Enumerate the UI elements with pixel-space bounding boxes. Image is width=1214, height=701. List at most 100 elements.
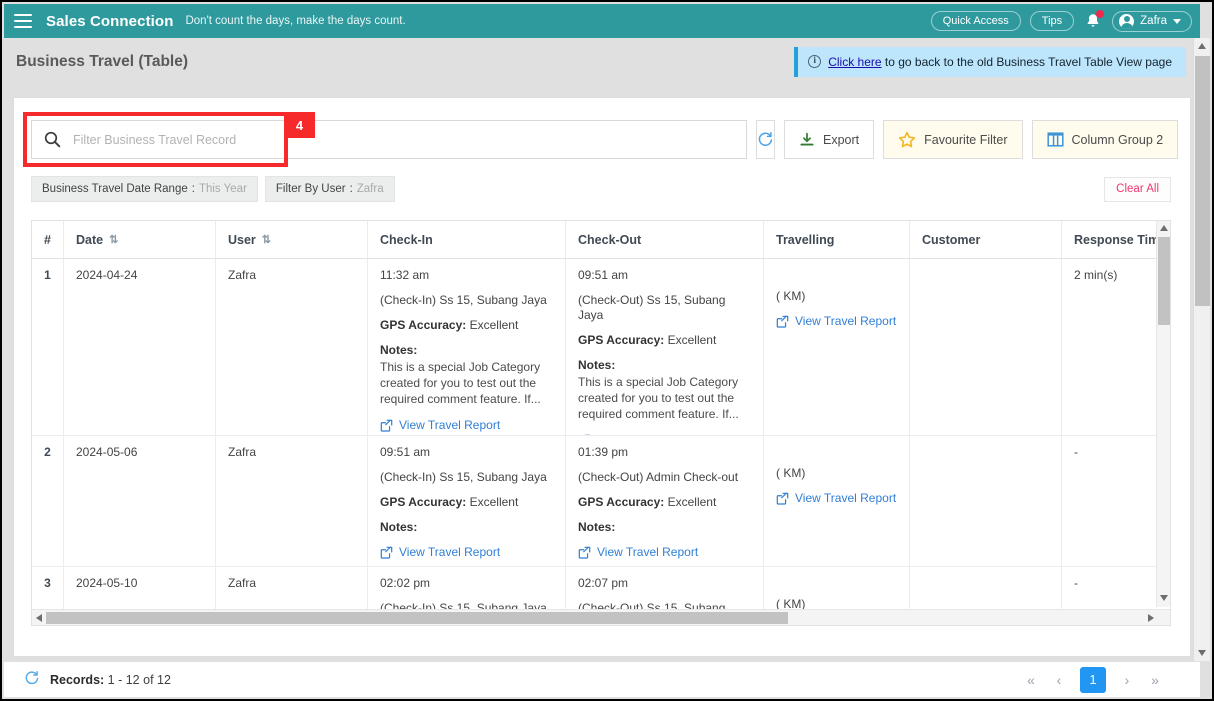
page-header: Business Travel (Table) i Click here to … [4,38,1200,85]
checkout-time: 09:51 am [578,268,629,282]
banner-link[interactable]: Click here [828,55,881,69]
checkout-notes: Notes: This is a special Job Category cr… [578,358,751,423]
user-name-label: Zafra [1140,15,1167,27]
notes-label: Notes: [578,358,616,372]
travel-distance: ( KM) [776,289,806,303]
app-brand-title: Sales Connection [46,12,174,30]
column-header-check-out[interactable]: Check-Out [566,221,764,259]
gps-label: GPS Accuracy: [578,333,665,347]
hamburger-icon[interactable] [14,14,32,28]
filter-chip-date-range[interactable]: Business Travel Date Range : This Year [31,176,258,202]
user-menu[interactable]: Zafra [1112,10,1192,32]
cell-travelling: ( KM) View Travel Report [764,436,910,566]
pagination-prev-button[interactable]: ‹ [1052,672,1066,688]
view-travel-report-link[interactable]: View Travel Report [380,418,553,433]
cell-check-in: 11:32 am (Check-In) Ss 15, Subang Jaya G… [368,259,566,435]
view-travel-report-link[interactable]: View Travel Report [578,433,751,435]
gps-label: GPS Accuracy: [380,318,467,332]
data-table: # Date ⇅ User ⇅ Check-In Check-Out Trave… [31,220,1171,626]
table-horizontal-scrollbar[interactable] [32,609,1170,625]
topbar-actions: Quick Access Tips Zafra [930,10,1192,32]
sort-updown-icon[interactable]: ⇅ [109,233,118,246]
column-header-index: # [32,221,64,259]
export-button[interactable]: Export [784,120,875,159]
search-input[interactable] [73,132,673,147]
quick-access-button[interactable]: Quick Access [930,11,1021,31]
column-header-date[interactable]: Date ⇅ [64,221,216,259]
link-label: View Travel Report [399,545,501,559]
travel-distance: ( KM) [776,466,806,480]
cell-check-out: 01:39 pm (Check-Out) Admin Check-out GPS… [566,436,764,566]
avatar [1119,13,1135,29]
view-travel-report-link[interactable]: View Travel Report [776,491,897,506]
table-row[interactable]: 1 2024-04-24 Zafra 11:32 am (Check-In) S… [32,259,1170,436]
app-window: Sales Connection Don't count the days, m… [0,0,1214,701]
external-link-icon [776,492,789,505]
table-header-row: # Date ⇅ User ⇅ Check-In Check-Out Trave… [32,221,1170,259]
cell-customer [910,259,1062,435]
cell-check-in: 09:51 am (Check-In) Ss 15, Subang Jaya G… [368,436,566,566]
cell-travelling: ( KM) View Travel Report [764,259,910,435]
cell-user: Zafra [216,259,368,435]
scroll-right-arrow-icon[interactable] [1148,614,1154,622]
pagination-first-button[interactable]: « [1024,672,1038,688]
sort-updown-icon[interactable]: ⇅ [262,233,271,246]
column-header-travelling[interactable]: Travelling [764,221,910,259]
page-scroll-up-arrow-icon[interactable] [1198,43,1206,49]
page-scroll-down-arrow-icon[interactable] [1198,650,1206,656]
notes-label: Notes: [380,520,418,534]
view-travel-report-link[interactable]: View Travel Report [776,314,897,329]
refresh-icon[interactable] [24,670,40,690]
column-header-response-time[interactable]: Response Tim [1062,221,1170,259]
bell-icon[interactable] [1083,10,1105,31]
filter-chip-user[interactable]: Filter By User : Zafra [264,176,395,202]
checkin-time: 02:02 pm [380,576,431,590]
chip-value: Zafra [356,183,384,195]
table-vertical-scrollbar[interactable] [1156,221,1170,607]
scroll-left-arrow-icon[interactable] [36,614,42,622]
view-travel-report-link[interactable]: View Travel Report [578,545,751,560]
clear-all-button[interactable]: Clear All [1104,176,1171,202]
chip-label: Business Travel Date Range [42,183,188,195]
cell-user: Zafra [216,436,368,566]
pagination-next-button[interactable]: › [1120,672,1134,688]
gps-value: Excellent [667,495,717,509]
column-header-user[interactable]: User ⇅ [216,221,368,259]
records-of: of [143,672,154,687]
page-vertical-scrollbar[interactable] [1193,38,1210,661]
pagination-page-1[interactable]: 1 [1080,666,1106,693]
page-scroll-thumb[interactable] [1195,56,1210,306]
checkout-time: 02:07 pm [578,576,629,590]
app-tagline: Don't count the days, make the days coun… [185,15,406,27]
notes-text: This is a special Job Category created f… [578,375,739,422]
table-row[interactable]: 2 2024-05-06 Zafra 09:51 am (Check-In) S… [32,436,1170,567]
cell-index: 1 [32,259,64,435]
pagination: « ‹ 1 › » [1024,666,1184,693]
pagination-last-button[interactable]: » [1148,672,1162,688]
checkin-time: 09:51 am [380,445,431,459]
scroll-down-arrow-icon[interactable] [1160,595,1168,603]
checkin-time: 11:32 am [380,268,430,282]
link-label: View Travel Report [399,417,501,432]
external-link-icon [584,434,591,435]
step-number-badge: 4 [284,112,315,138]
search-box[interactable] [31,120,747,159]
export-label: Export [823,132,860,147]
refresh-button[interactable] [756,120,775,159]
column-header-check-in[interactable]: Check-In [368,221,566,259]
cell-date: 2024-05-06 [64,436,216,566]
tips-button[interactable]: Tips [1029,11,1075,31]
vertical-scroll-thumb[interactable] [1158,237,1170,325]
scroll-up-arrow-icon[interactable] [1160,225,1168,233]
checkin-location: (Check-In) Ss 15, Subang Jaya [380,470,547,484]
external-link-icon [380,546,393,559]
link-label: View Travel Report [795,491,897,505]
favourite-filter-button[interactable]: Favourite Filter [883,120,1023,159]
column-label: Date [76,232,104,247]
horizontal-scroll-thumb[interactable] [46,612,788,624]
gps-value: Excellent [667,333,717,347]
column-header-customer[interactable]: Customer [910,221,1062,259]
column-group-button[interactable]: Column Group 2 [1031,120,1179,159]
view-travel-report-link[interactable]: View Travel Report [380,545,553,560]
column-label: User [228,232,256,247]
